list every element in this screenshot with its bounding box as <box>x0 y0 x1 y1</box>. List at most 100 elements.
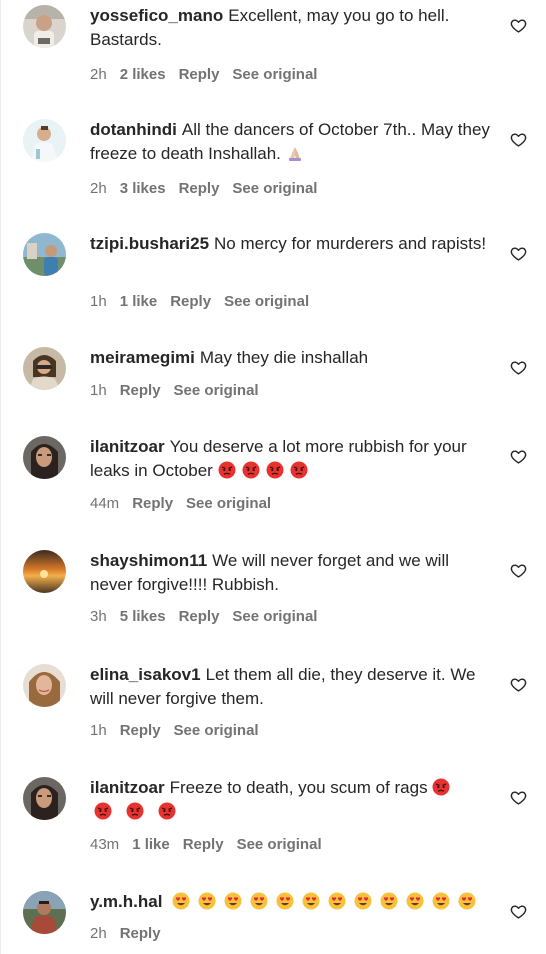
comment-time: 44m <box>90 495 120 512</box>
heart-eyes-emoji <box>406 892 424 910</box>
see-original-button[interactable]: See original <box>232 608 317 625</box>
heart-eyes-emoji <box>432 892 450 910</box>
heart-eyes-emoji <box>250 892 268 910</box>
comment-body: May they die inshallah <box>199 348 369 367</box>
comment-time: 3h <box>90 608 107 625</box>
heart-eyes-emoji <box>354 892 372 910</box>
comment-likes[interactable]: 1 like <box>132 836 170 853</box>
see-original-button[interactable]: See original <box>174 382 259 399</box>
pouting-face-emoji <box>432 778 450 796</box>
comment-username[interactable]: ilanitzoar <box>90 778 165 797</box>
reply-button[interactable]: Reply <box>120 925 161 942</box>
comment-time: 2h <box>90 66 107 83</box>
heart-outline-icon[interactable] <box>510 448 527 465</box>
pouting-face-emoji <box>158 802 176 820</box>
comment-meta: 2h Reply <box>90 924 174 944</box>
comment-text-block: y.m.h.hal <box>90 890 495 914</box>
comment-meta: 44m Reply See original <box>90 494 284 514</box>
comment-username[interactable]: elina_isakov1 <box>90 665 201 684</box>
comment-likes[interactable]: 1 like <box>120 293 158 310</box>
heart-eyes-emoji <box>224 892 242 910</box>
pouting-face-emoji <box>290 461 308 479</box>
heart-eyes-emoji-row <box>172 892 484 911</box>
heart-outline-icon[interactable] <box>510 17 527 34</box>
pouting-face-emoji <box>266 461 284 479</box>
comment-time: 1h <box>90 722 107 739</box>
comment-username[interactable]: tzipi.bushari25 <box>90 234 209 253</box>
comment-username[interactable]: meiramegimi <box>90 348 195 367</box>
see-original-button[interactable]: See original <box>224 293 309 310</box>
comment-likes[interactable]: 2 likes <box>120 66 166 83</box>
avatar[interactable] <box>23 891 66 934</box>
comment-username[interactable]: yossefico_mano <box>90 6 223 25</box>
comment-username[interactable]: ilanitzoar <box>90 437 165 456</box>
reply-button[interactable]: Reply <box>179 180 220 197</box>
avatar[interactable] <box>23 119 66 162</box>
comment-text-block: ilanitzoar Freeze to death, you scum of r… <box>90 776 495 824</box>
heart-outline-icon[interactable] <box>510 131 527 148</box>
avatar[interactable] <box>23 233 66 276</box>
comment-meta: 2h 3 likes Reply See original <box>90 179 330 199</box>
comment-text-block: elina_isakov1 Let them all die, they dese… <box>90 663 495 711</box>
heart-outline-icon[interactable] <box>510 903 527 920</box>
see-original-button[interactable]: See original <box>232 66 317 83</box>
comment-text-block: shayshimon11 We will never forget and we … <box>90 549 495 597</box>
reply-button[interactable]: Reply <box>120 722 161 739</box>
avatar[interactable] <box>23 550 66 593</box>
heart-eyes-emoji <box>380 892 398 910</box>
pouting-face-emoji <box>94 802 112 820</box>
avatar[interactable] <box>23 664 66 707</box>
comment-meta: 43m 1 like Reply See original <box>90 835 335 855</box>
heart-outline-icon[interactable] <box>510 676 527 693</box>
comment-time: 2h <box>90 180 107 197</box>
comment-likes[interactable]: 5 likes <box>120 608 166 625</box>
avatar[interactable] <box>23 777 66 820</box>
heart-eyes-emoji <box>328 892 346 910</box>
heart-eyes-emoji <box>276 892 294 910</box>
heart-eyes-emoji <box>172 892 190 910</box>
see-original-button[interactable]: See original <box>174 722 259 739</box>
comment-meta: 3h 5 likes Reply See original <box>90 607 330 627</box>
comment-time: 2h <box>90 925 107 942</box>
heart-eyes-emoji <box>302 892 320 910</box>
comment-username[interactable]: y.m.h.hal <box>90 892 162 911</box>
avatar[interactable] <box>23 5 66 48</box>
comment-username[interactable]: dotanhindi <box>90 120 177 139</box>
reply-button[interactable]: Reply <box>120 382 161 399</box>
comment-body: No mercy for murderers and rapists! <box>214 234 487 253</box>
heart-outline-icon[interactable] <box>510 245 527 262</box>
heart-eyes-emoji <box>458 892 476 910</box>
comment-meta: 1h Reply See original <box>90 721 272 741</box>
reply-button[interactable]: Reply <box>179 608 220 625</box>
pouting-face-emoji <box>218 461 236 479</box>
heart-outline-icon[interactable] <box>510 789 527 806</box>
reply-button[interactable]: Reply <box>183 836 224 853</box>
reply-button[interactable]: Reply <box>132 495 173 512</box>
pouting-face-emoji <box>126 802 144 820</box>
comment-text-block: tzipi.bushari25 No mercy for murderers an… <box>90 232 495 256</box>
see-original-button[interactable]: See original <box>232 180 317 197</box>
folded-hands-emoji <box>286 144 304 162</box>
reply-button[interactable]: Reply <box>179 66 220 83</box>
comment-meta: 1h 1 like Reply See original <box>90 292 322 312</box>
comment-time: 1h <box>90 382 107 399</box>
comment-time: 1h <box>90 293 107 310</box>
comment-body: Freeze to death, you scum of rags <box>169 778 428 797</box>
comment-meta: 1h Reply See original <box>90 381 272 401</box>
avatar[interactable] <box>23 347 66 390</box>
comment-text-block: yossefico_mano Excellent, may you go to h… <box>90 4 495 52</box>
heart-eyes-emoji <box>198 892 216 910</box>
reply-button[interactable]: Reply <box>170 293 211 310</box>
comment-text-block: meiramegimi May they die inshallah <box>90 346 495 370</box>
comment-likes[interactable]: 3 likes <box>120 180 166 197</box>
comment-meta: 2h 2 likes Reply See original <box>90 65 330 85</box>
see-original-button[interactable]: See original <box>186 495 271 512</box>
comment-username[interactable]: shayshimon11 <box>90 551 207 570</box>
comment-time: 43m <box>90 836 120 853</box>
comment-text-block: ilanitzoar You deserve a lot more rubbish… <box>90 435 495 483</box>
heart-outline-icon[interactable] <box>510 562 527 579</box>
heart-outline-icon[interactable] <box>510 359 527 376</box>
avatar[interactable] <box>23 436 66 479</box>
see-original-button[interactable]: See original <box>237 836 322 853</box>
comment-text-block: dotanhindi All the dancers of October 7th… <box>90 118 495 166</box>
